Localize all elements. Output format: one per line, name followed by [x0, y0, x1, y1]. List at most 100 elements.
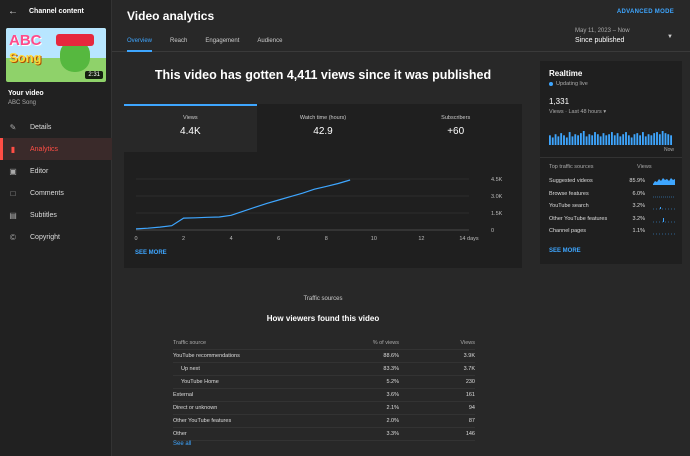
- sidebar-item-label: Details: [30, 123, 52, 131]
- realtime-status-text: Updating live: [556, 81, 588, 87]
- divider: [540, 157, 682, 158]
- sidebar-item-analytics[interactable]: ▮ Analytics: [0, 138, 112, 160]
- table-header: Traffic source % of views Views: [173, 337, 475, 350]
- realtime-sources-list: Suggested videos 85.9% Browse features 6…: [549, 175, 677, 238]
- source-percent: 3.2%: [632, 215, 645, 222]
- sidebar-item-subtitles[interactable]: ▤ Subtitles: [0, 204, 112, 226]
- realtime-bar: [658, 134, 661, 145]
- column-header: Traffic source: [173, 340, 207, 346]
- realtime-see-more-button[interactable]: SEE MORE: [549, 248, 581, 254]
- copyright-icon: ©: [10, 232, 16, 242]
- list-item[interactable]: Browse features 6.0%: [549, 188, 677, 201]
- table-row[interactable]: YouTube Home 5.2% 230: [173, 376, 475, 389]
- realtime-bar: [608, 134, 611, 145]
- realtime-bar: [619, 136, 622, 145]
- realtime-bar: [647, 134, 650, 145]
- top-sources-header: Top traffic sources: [549, 164, 594, 170]
- pencil-icon: ✎: [9, 122, 17, 132]
- list-item[interactable]: YouTube search 3.2%: [549, 200, 677, 213]
- thumbnail-text-song: Song: [9, 50, 42, 65]
- realtime-bar-chart: [549, 131, 673, 145]
- views-line-chart: 0 1.5K 3.0K 4.5K 0 2 4 6 8 10 12 14 days: [134, 177, 502, 242]
- period-selector[interactable]: May 11, 2023 – Now Since published ▼: [575, 28, 673, 44]
- traffic-views: 3.7K: [463, 366, 475, 372]
- sidebar-item-copyright[interactable]: © Copyright: [0, 226, 112, 248]
- views-series-line: [135, 179, 351, 230]
- advanced-mode-button[interactable]: ADVANCED MODE: [617, 9, 674, 15]
- sidebar-nav: ✎ Details ▮ Analytics ▣ Editor □ Comment…: [0, 116, 112, 248]
- table-row[interactable]: Other 3.3% 146: [173, 428, 475, 441]
- metric-card-watch-time[interactable]: Watch time (hours) 42.9: [257, 104, 390, 152]
- realtime-bar: [577, 135, 580, 145]
- traffic-percent: 83.3%: [383, 366, 399, 372]
- period-range: May 11, 2023 – Now: [575, 28, 630, 34]
- sidebar-item-label: Comments: [30, 189, 64, 197]
- list-item[interactable]: Other YouTube features 3.2%: [549, 213, 677, 226]
- traffic-source: Other: [173, 431, 187, 437]
- traffic-views: 230: [465, 379, 475, 385]
- source-name: Browse features: [549, 190, 589, 197]
- realtime-bar: [574, 134, 577, 145]
- metric-cards: Views 4.4K Watch time (hours) 42.9 Subsc…: [124, 104, 522, 152]
- realtime-bar: [644, 136, 647, 145]
- traffic-source: External: [173, 392, 194, 398]
- sparkline: [653, 178, 675, 186]
- metric-card-subscribers[interactable]: Subscribers +60: [389, 104, 522, 152]
- comment-icon: □: [10, 188, 16, 198]
- x-tick-label: 14 days: [459, 236, 479, 242]
- tab-overview[interactable]: Overview: [127, 38, 153, 52]
- traffic-source: YouTube recommendations: [173, 353, 240, 359]
- chevron-down-icon: ▼: [667, 34, 673, 40]
- realtime-period-selector[interactable]: Views · Last 48 hours ▾: [549, 109, 606, 115]
- see-more-button[interactable]: SEE MORE: [135, 250, 167, 256]
- traffic-source: Direct or unknown: [173, 405, 218, 411]
- realtime-bar: [571, 136, 574, 145]
- tab-reach[interactable]: Reach: [170, 38, 187, 52]
- traffic-sources-caption: Traffic sources: [303, 296, 343, 302]
- traffic-views: 3.9K: [463, 353, 475, 359]
- realtime-bar: [560, 133, 563, 145]
- realtime-bar: [667, 134, 670, 145]
- table-row[interactable]: External 3.6% 161: [173, 389, 475, 402]
- tab-audience[interactable]: Audience: [257, 38, 282, 52]
- views-column-header: Views: [637, 164, 652, 170]
- realtime-bar: [554, 134, 557, 145]
- analytics-header: Video analytics ADVANCED MODE Overview R…: [112, 0, 690, 52]
- table-row[interactable]: Up next 83.3% 3.7K: [173, 363, 475, 376]
- sidebar-item-details[interactable]: ✎ Details: [0, 116, 112, 138]
- your-video-label: Your video: [8, 90, 44, 97]
- table-row[interactable]: YouTube recommendations 88.6% 3.9K: [173, 350, 475, 363]
- thumbnail-glasses: [56, 34, 94, 46]
- realtime-bar: [613, 135, 616, 145]
- caret-down-icon: ▾: [603, 109, 607, 115]
- sidebar-item-label: Editor: [30, 167, 49, 175]
- realtime-status: Updating live: [549, 81, 588, 87]
- x-tick-label: 10: [371, 236, 377, 242]
- sparkline: [653, 233, 675, 235]
- video-thumbnail[interactable]: ABC Song 2:31: [6, 28, 106, 82]
- sidebar-item-editor[interactable]: ▣ Editor: [0, 160, 112, 182]
- traffic-sources-table: Traffic source % of views Views YouTube …: [173, 337, 475, 441]
- tab-engagement[interactable]: Engagement: [205, 38, 239, 52]
- traffic-source: Up next: [181, 366, 200, 372]
- table-row[interactable]: Direct or unknown 2.1% 94: [173, 402, 475, 415]
- see-all-link[interactable]: See all: [173, 441, 191, 447]
- source-percent: 85.9%: [629, 178, 645, 185]
- sidebar-item-comments[interactable]: □ Comments: [0, 182, 112, 204]
- realtime-bar: [585, 136, 588, 145]
- realtime-bar: [627, 135, 630, 145]
- column-header: Views: [460, 340, 475, 346]
- list-item[interactable]: Suggested videos 85.9%: [549, 175, 677, 188]
- table-row[interactable]: Other YouTube features 2.0% 87: [173, 415, 475, 428]
- back-arrow-icon[interactable]: ←: [8, 6, 20, 17]
- realtime-bar: [661, 131, 664, 145]
- analytics-tabs: Overview Reach Engagement Audience: [127, 38, 300, 52]
- x-tick-label: 6: [277, 236, 280, 242]
- sidebar-item-label: Analytics: [30, 145, 59, 153]
- metric-value: 4.4K: [180, 126, 201, 137]
- realtime-bar: [642, 132, 644, 145]
- list-item[interactable]: Channel pages 1.1%: [549, 225, 677, 238]
- traffic-percent: 3.6%: [386, 392, 399, 398]
- analytics-icon: ▮: [10, 144, 16, 154]
- metric-card-views[interactable]: Views 4.4K: [124, 104, 257, 152]
